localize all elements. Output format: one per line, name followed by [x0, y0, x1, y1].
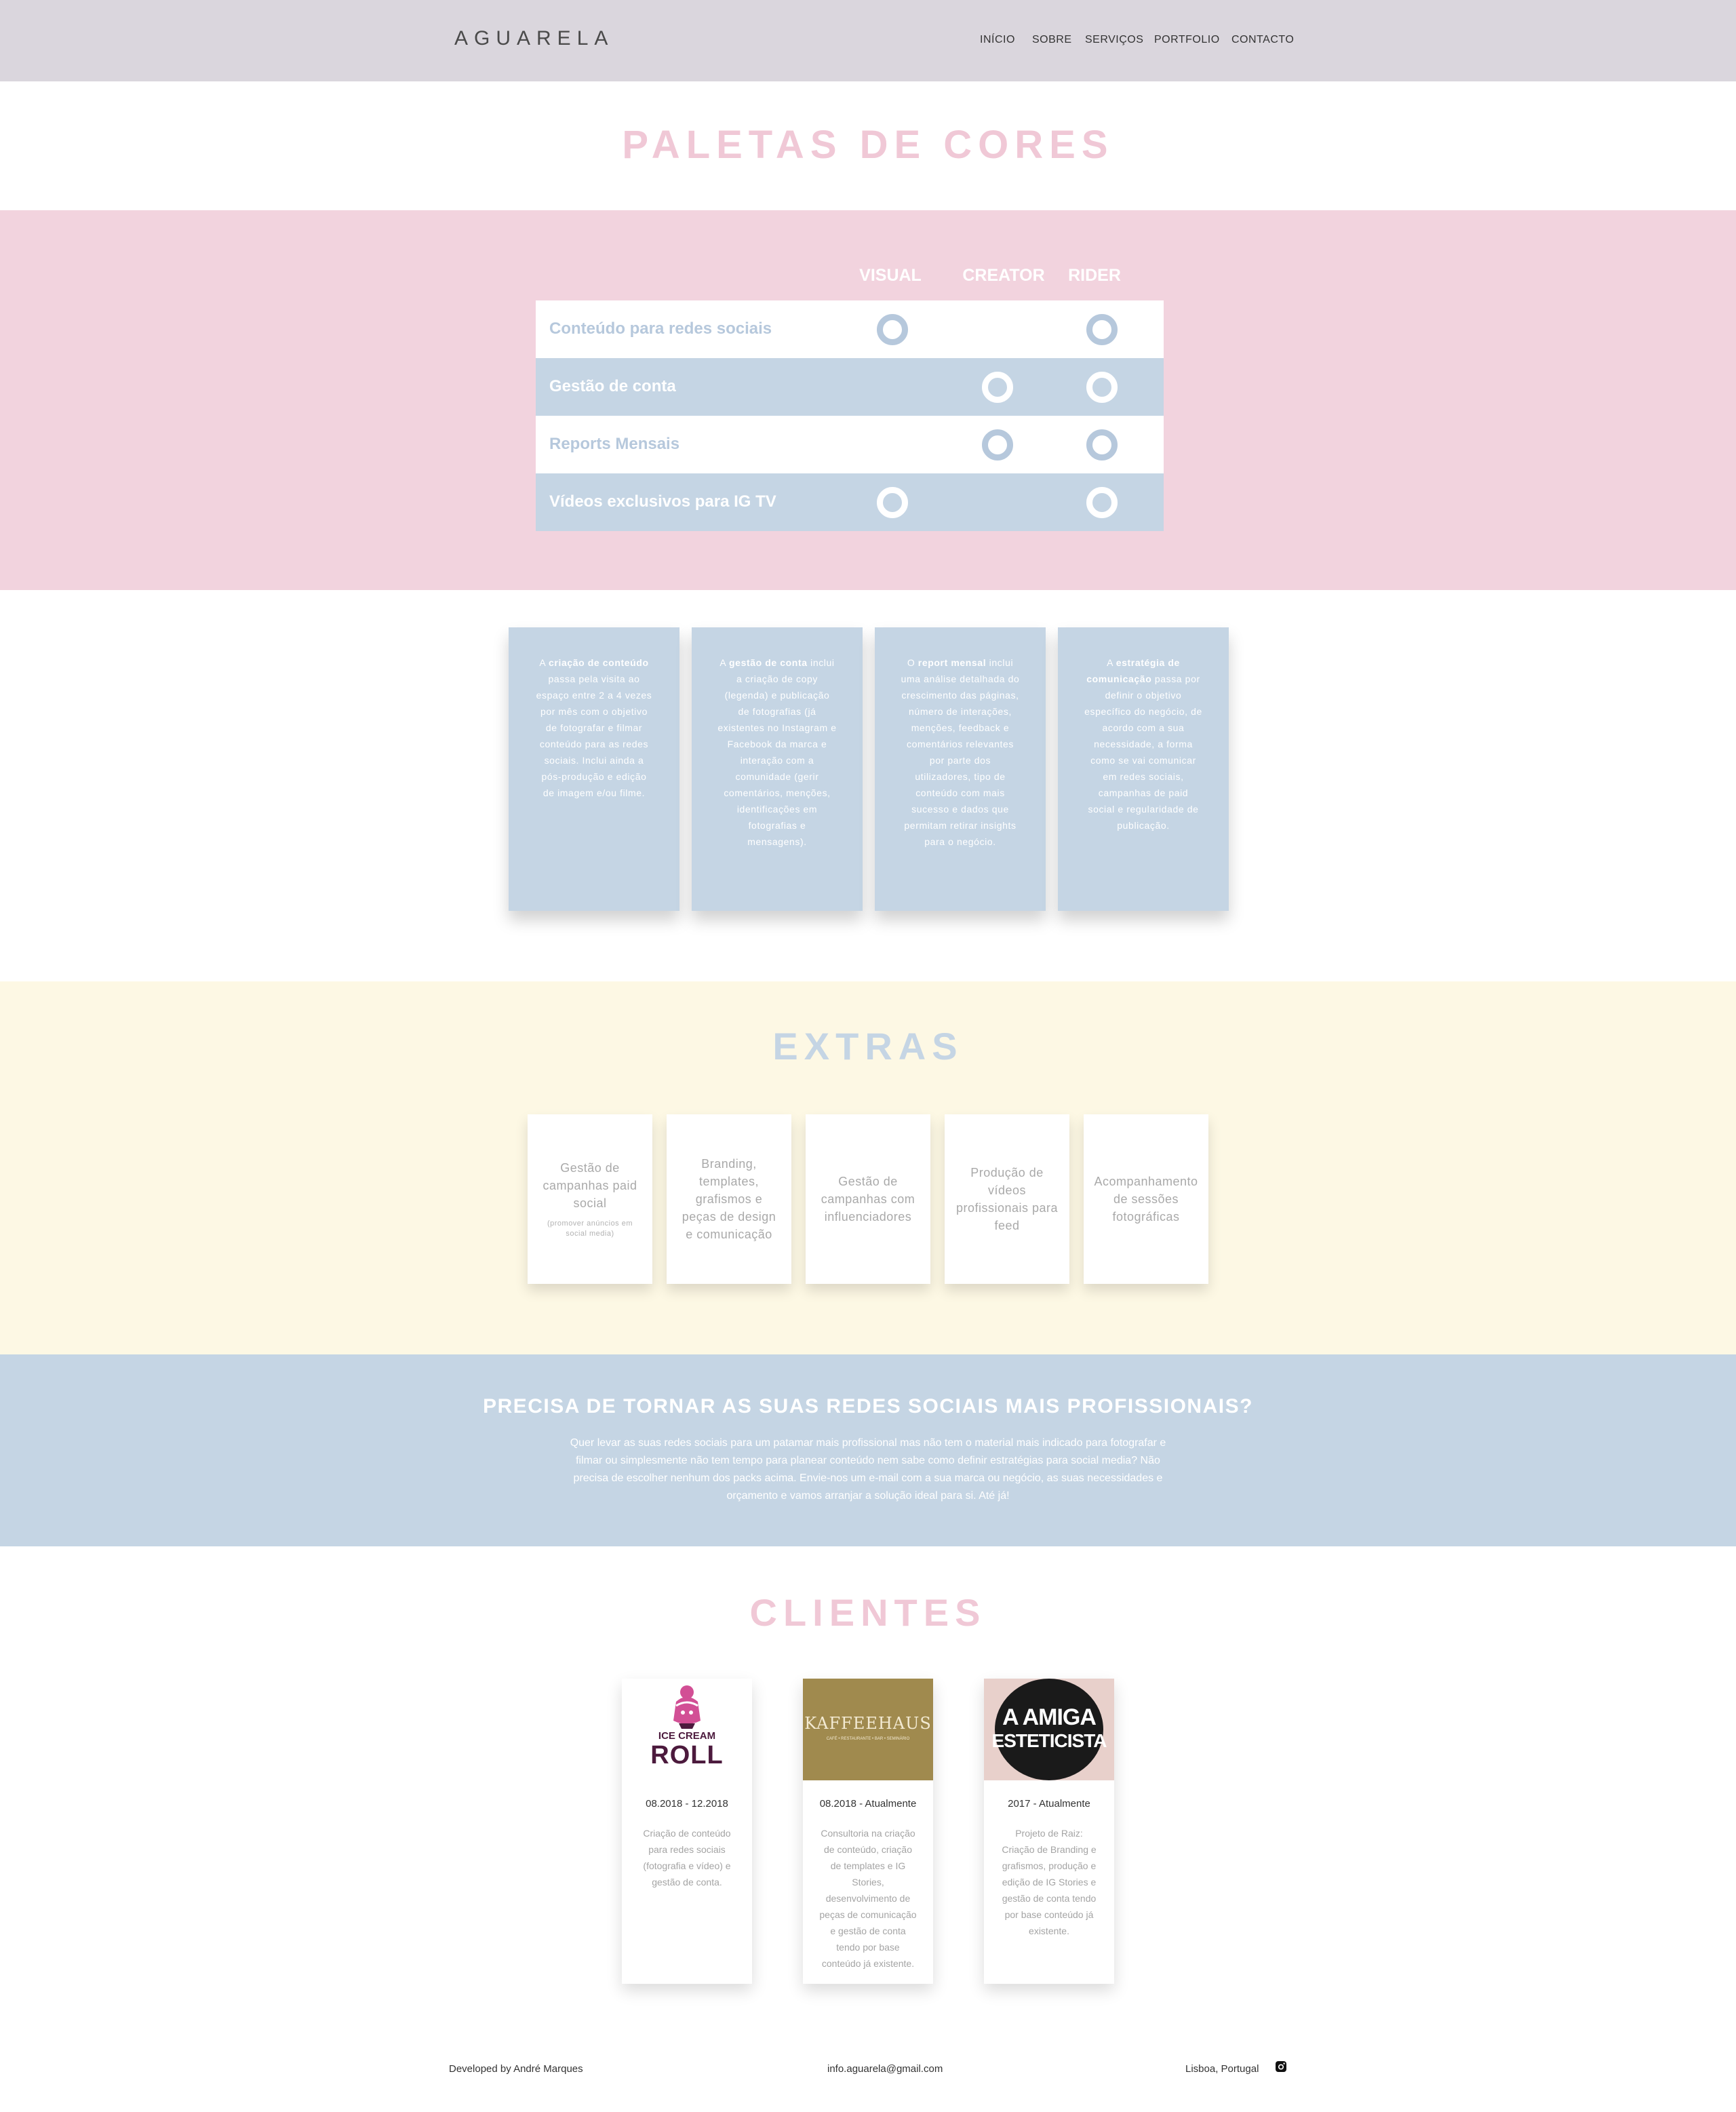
client-date: 08.2018 - Atualmente: [819, 1798, 917, 1810]
logo-text: ICE CREAM: [658, 1730, 716, 1742]
footer-location: Lisboa, Portugal: [1185, 2063, 1259, 2075]
description-card: A estratégia de comunicação passa por de…: [1058, 627, 1229, 911]
extra-card: Branding, templates, grafismos e peças d…: [667, 1114, 791, 1284]
row-label: Gestão de conta: [549, 377, 676, 395]
table-row: Gestão de conta: [536, 358, 1164, 416]
extra-label: Gestão de campanhas com influenciadores: [821, 1175, 915, 1224]
extra-label: Produção de vídeos profissionais para fe…: [955, 1166, 1059, 1232]
client-date: 2017 - Atualmente: [1008, 1798, 1090, 1810]
description-text: A gestão de conta inclui a criação de co…: [717, 657, 837, 847]
client-description: Criação de conteúdo para redes sociais (…: [643, 1828, 731, 1888]
cta-text: Quer levar as suas redes sociais para um…: [570, 1437, 1166, 1502]
extra-card: Gestão de campanhas com influenciadores: [806, 1114, 930, 1284]
check-ring-icon: [982, 429, 1013, 461]
client-description: Consultoria na criação de conteúdo, cria…: [819, 1828, 917, 1969]
extra-label: Branding, templates, grafismos e peças d…: [682, 1157, 776, 1241]
description-text: O report mensal inclui uma análise detal…: [901, 657, 1020, 847]
footer-email[interactable]: info.aguarela@gmail.com: [827, 2063, 943, 2075]
check-ring-icon: [1086, 429, 1118, 461]
extras-title: EXTRAS: [772, 1025, 964, 1068]
check-ring-icon: [1086, 314, 1118, 345]
site-header: AGUARELA INÍCIO SOBRE SERVIÇOS PORTFOLIO…: [0, 0, 1736, 81]
instagram-icon[interactable]: [1275, 2060, 1287, 2073]
description-text: A estratégia de comunicação passa por de…: [1084, 657, 1202, 831]
extra-label: Gestão de campanhas paid social: [542, 1161, 637, 1210]
table-row: Conteúdo para redes sociais: [536, 300, 1164, 358]
check-ring-icon: [1086, 372, 1118, 403]
client-card: A AMIGA ESTETICISTA 2017 - Atualmente Pr…: [984, 1679, 1114, 1984]
check-ring-icon: [1086, 487, 1118, 518]
row-label: Conteúdo para redes sociais: [549, 319, 772, 338]
cta-title: PRECISA DE TORNAR AS SUAS REDES SOCIAIS …: [483, 1395, 1253, 1417]
description-card: A gestão de conta inclui a criação de co…: [692, 627, 863, 911]
check-ring-icon: [877, 314, 908, 345]
nav-contacto[interactable]: CONTACTO: [1231, 34, 1294, 46]
site-logo[interactable]: AGUARELA: [454, 27, 614, 50]
check-ring-icon: [877, 487, 908, 518]
extra-note: (promover anúncios em social media): [547, 1219, 633, 1238]
description-card: O report mensal inclui uma análise detal…: [875, 627, 1046, 911]
nav-sobre[interactable]: SOBRE: [1032, 34, 1072, 46]
clients-title: CLIENTES: [749, 1591, 987, 1634]
description-text: A criação de conteúdo passa pela visita …: [536, 657, 652, 798]
logo-text: ROLL: [650, 1741, 724, 1769]
logo-text: A AMIGA: [1002, 1704, 1097, 1730]
a-amiga-esteticista-logo: A AMIGA ESTETICISTA: [984, 1679, 1114, 1780]
client-description: Projeto de Raiz: Criação de Branding e g…: [1002, 1828, 1097, 1936]
check-ring-icon: [982, 372, 1013, 403]
row-label: Vídeos exclusivos para IG TV: [549, 492, 776, 511]
nav-servicos[interactable]: SERVIÇOS: [1085, 34, 1143, 46]
nav-inicio[interactable]: INÍCIO: [980, 34, 1015, 46]
logo-text: KAFFEEHAUS: [804, 1714, 932, 1733]
extra-card: Acompanhamento de sessões fotográficas: [1084, 1114, 1208, 1284]
client-card: KAFFEEHAUS CAFÉ • RESTAURANTE • BAR • SE…: [803, 1679, 933, 1984]
nav-portfolio[interactable]: PORTFOLIO: [1154, 34, 1220, 46]
footer-developer: Developed by André Marques: [449, 2063, 583, 2075]
table-row: Vídeos exclusivos para IG TV: [536, 473, 1164, 531]
palettes-title: PALETAS DE CORES: [622, 123, 1114, 167]
table-row: Reports Mensais: [536, 416, 1164, 473]
ice-cream-roll-logo: ICE CREAM ROLL: [622, 1679, 752, 1780]
logo-text: ESTETICISTA: [991, 1730, 1107, 1751]
extra-card: Produção de vídeos profissionais para fe…: [945, 1114, 1069, 1284]
extra-label: Acompanhamento de sessões fotográficas: [1094, 1175, 1198, 1224]
kaffeehaus-logo: KAFFEEHAUS CAFÉ • RESTAURANTE • BAR • SE…: [803, 1679, 933, 1780]
logo-text: CAFÉ • RESTAURANTE • BAR • SEMINÁRIO: [826, 1737, 910, 1741]
column-rider: RIDER: [1068, 266, 1121, 285]
client-card: ICE CREAM ROLL 08.2018 - 12.2018 Criação…: [622, 1679, 752, 1984]
column-visual: VISUAL: [859, 266, 922, 285]
description-card: A criação de conteúdo passa pela visita …: [509, 627, 679, 911]
client-date: 08.2018 - 12.2018: [646, 1798, 728, 1810]
extra-card: Gestão de campanhas paid social (promove…: [528, 1114, 652, 1284]
row-label: Reports Mensais: [549, 435, 680, 453]
